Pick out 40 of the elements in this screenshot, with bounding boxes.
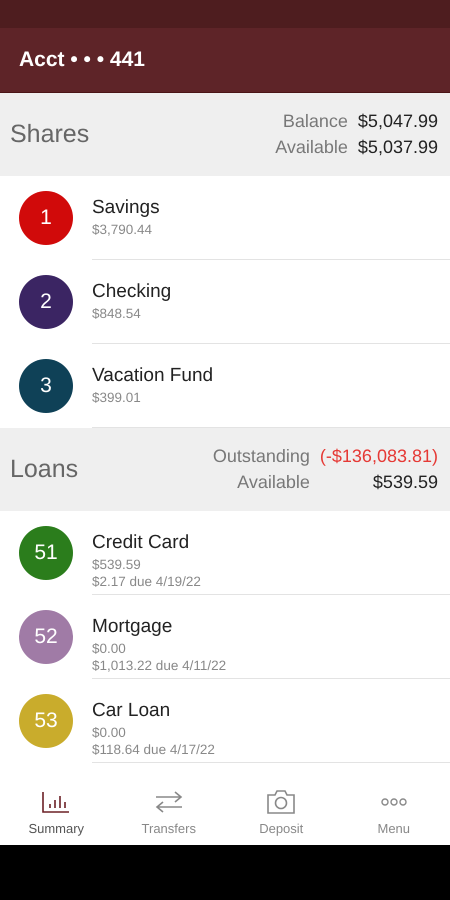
swap-arrows-icon — [154, 790, 184, 814]
section-title: Loans — [10, 455, 78, 484]
more-icon — [378, 797, 409, 807]
account-detail: $3,790.44 — [92, 222, 154, 237]
account-detail: $2.17 due 4/19/22 — [92, 574, 202, 589]
account-detail: $539.59 — [92, 557, 142, 572]
total-label: Available — [275, 137, 348, 158]
account-detail: $1,013.22 due 4/11/22 — [92, 658, 228, 673]
account-name[interactable]: Checking — [92, 281, 450, 303]
tab[interactable]: Menu — [338, 778, 450, 845]
total-label: Balance — [282, 111, 348, 132]
account-badge: 2 — [19, 275, 73, 329]
chart-icon — [41, 790, 72, 814]
account-badge: 3 — [19, 359, 73, 413]
tab[interactable]: Deposit — [225, 778, 338, 845]
total-label: Outstanding — [212, 446, 310, 467]
account-detail: $0.00 — [92, 725, 127, 740]
tab[interactable]: Transfers — [112, 778, 225, 845]
account-detail: $0.00 — [92, 641, 127, 656]
account-detail: $399.01 — [92, 390, 142, 405]
account-title: Acct • • • 441 — [19, 48, 145, 72]
tab[interactable]: Summary — [0, 778, 112, 845]
total-label: Available — [237, 472, 310, 493]
section-title: Shares — [10, 120, 90, 149]
account-detail: $848.54 — [92, 306, 142, 321]
total-amount: $539.59 — [372, 472, 438, 493]
account-detail: $118.64 due 4/17/22 — [92, 742, 216, 757]
total-amount: $5,047.99 — [358, 111, 438, 132]
account-name[interactable]: Car Loan — [92, 700, 450, 722]
account-badge: 51 — [19, 526, 73, 580]
account-name[interactable]: Vacation Fund — [92, 365, 450, 387]
total-amount: $5,037.99 — [358, 137, 438, 158]
account-badge: 53 — [19, 694, 73, 748]
camera-icon — [266, 789, 296, 815]
total-amount: (-$136,083.81) — [320, 446, 438, 467]
account-badge: 52 — [19, 610, 73, 664]
account-name[interactable]: Savings — [92, 197, 450, 219]
account-name[interactable]: Credit Card — [92, 532, 450, 554]
account-name[interactable]: Mortgage — [92, 616, 450, 638]
account-badge: 1 — [19, 191, 73, 245]
